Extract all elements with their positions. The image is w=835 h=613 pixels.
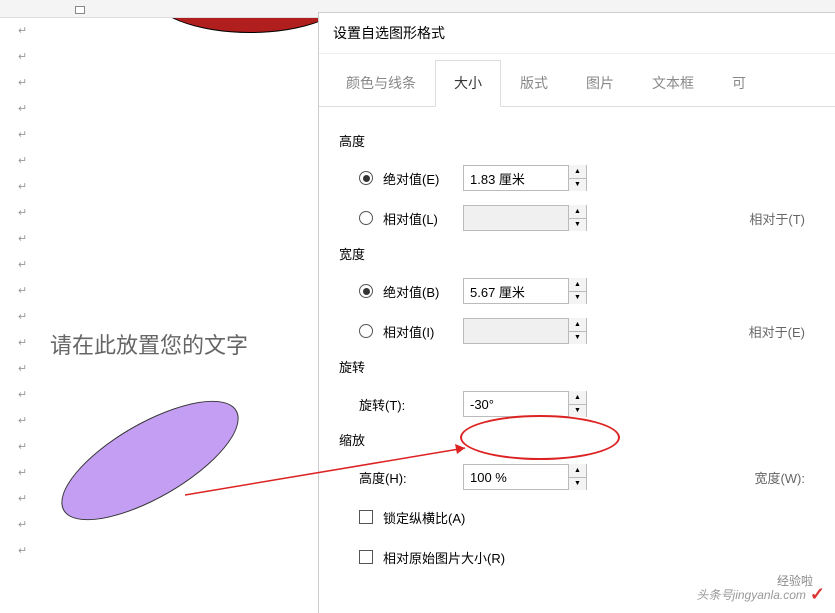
- tab-alt[interactable]: 可: [713, 60, 765, 106]
- radio-width-relative[interactable]: [359, 324, 373, 338]
- check-icon: ✓: [810, 584, 825, 605]
- section-height: 高度: [339, 131, 815, 150]
- tab-layout[interactable]: 版式: [501, 60, 567, 106]
- spinner: ▲ ▼: [568, 278, 586, 304]
- spinner: ▲ ▼: [568, 205, 586, 231]
- paragraph-mark: ↵: [18, 382, 318, 408]
- input-rotate[interactable]: -30° ▲ ▼: [463, 391, 587, 417]
- paragraph-mark: ↵: [18, 226, 318, 252]
- label-width-absolute: 绝对值(B): [383, 282, 463, 301]
- checkbox-lock-aspect[interactable]: [359, 510, 373, 524]
- spinner-up-icon[interactable]: ▲: [569, 165, 586, 179]
- watermark: 头条号jingyanla.com ✓: [697, 584, 825, 605]
- paragraph-mark: ↵: [18, 538, 318, 564]
- spinner-up-icon: ▲: [569, 318, 586, 332]
- dialog-title: 设置自选图形格式: [319, 13, 835, 54]
- radio-height-relative[interactable]: [359, 211, 373, 225]
- label-lock-aspect: 锁定纵横比(A): [383, 508, 465, 527]
- spinner-down-icon[interactable]: ▼: [569, 179, 586, 192]
- paragraph-mark: ↵: [18, 148, 318, 174]
- paragraph-mark: ↵: [18, 70, 318, 96]
- input-height-absolute[interactable]: 1.83 厘米 ▲ ▼: [463, 165, 587, 191]
- spinner-up-icon[interactable]: ▲: [569, 464, 586, 478]
- spinner-down-icon[interactable]: ▼: [569, 478, 586, 491]
- paragraph-mark: ↵: [18, 252, 318, 278]
- label-rotate: 旋转(T):: [359, 395, 463, 414]
- spinner-down-icon: ▼: [569, 219, 586, 232]
- label-scale-width: 宽度(W):: [754, 468, 805, 487]
- paragraph-mark: ↵: [18, 96, 318, 122]
- indent-marker-icon[interactable]: [75, 6, 85, 14]
- paragraph-mark: ↵: [18, 200, 318, 226]
- format-shape-dialog: 设置自选图形格式 颜色与线条 大小 版式 图片 文本框 可 高度 绝对值(E) …: [318, 12, 835, 613]
- value-width-absolute: 5.67 厘米: [470, 282, 525, 301]
- input-width-relative: ▲ ▼: [463, 318, 587, 344]
- label-relative-original: 相对原始图片大小(R): [383, 548, 505, 567]
- document-canvas[interactable]: ↵ ↵ ↵ ↵ ↵ ↵ ↵ ↵ ↵ ↵ ↵ ↵ ↵ ↵ ↵ ↵ ↵ ↵ ↵ ↵ …: [0, 18, 318, 613]
- watermark-text: 头条号jingyanla.com: [697, 586, 806, 603]
- spinner-down-icon[interactable]: ▼: [569, 292, 586, 305]
- label-width-relative: 相对值(I): [383, 322, 463, 341]
- placeholder-text[interactable]: 请在此放置您的文字: [50, 328, 248, 360]
- label-scale-height: 高度(H):: [359, 468, 463, 487]
- section-width: 宽度: [339, 244, 815, 263]
- value-scale-height: 100 %: [470, 470, 507, 485]
- label-height-absolute: 绝对值(E): [383, 169, 463, 188]
- input-width-absolute[interactable]: 5.67 厘米 ▲ ▼: [463, 278, 587, 304]
- spinner-up-icon[interactable]: ▲: [569, 391, 586, 405]
- paragraph-mark: ↵: [18, 278, 318, 304]
- spinner: ▲ ▼: [568, 165, 586, 191]
- spinner-down-icon: ▼: [569, 332, 586, 345]
- tab-color-line[interactable]: 颜色与线条: [327, 60, 435, 106]
- paragraph-mark: ↵: [18, 174, 318, 200]
- input-height-relative: ▲ ▼: [463, 205, 587, 231]
- section-scale: 缩放: [339, 430, 815, 449]
- tab-size[interactable]: 大小: [435, 60, 501, 107]
- spinner: ▲ ▼: [568, 318, 586, 344]
- paragraph-mark: ↵: [18, 122, 318, 148]
- spinner-down-icon[interactable]: ▼: [569, 405, 586, 418]
- label-relative-to: 相对于(E): [749, 322, 805, 341]
- spinner: ▲ ▼: [568, 464, 586, 490]
- paragraph-mark: ↵: [18, 304, 318, 330]
- tab-textbox[interactable]: 文本框: [633, 60, 713, 106]
- label-height-relative: 相对值(L): [383, 209, 463, 228]
- spinner-up-icon[interactable]: ▲: [569, 278, 586, 292]
- input-scale-height[interactable]: 100 % ▲ ▼: [463, 464, 587, 490]
- tab-picture[interactable]: 图片: [567, 60, 633, 106]
- dialog-tabs: 颜色与线条 大小 版式 图片 文本框 可: [319, 60, 835, 107]
- radio-height-absolute[interactable]: [359, 171, 373, 185]
- label-relative-to: 相对于(T): [749, 209, 805, 228]
- paragraph-mark: ↵: [18, 512, 318, 538]
- spinner: ▲ ▼: [568, 391, 586, 417]
- checkbox-relative-original[interactable]: [359, 550, 373, 564]
- dialog-body: 高度 绝对值(E) 1.83 厘米 ▲ ▼ 相对值(L) ▲ ▼ 相对于(T): [319, 107, 835, 595]
- value-height-absolute: 1.83 厘米: [470, 169, 525, 188]
- value-rotate: -30°: [470, 397, 494, 412]
- section-rotate: 旋转: [339, 357, 815, 376]
- spinner-up-icon: ▲: [569, 205, 586, 219]
- radio-width-absolute[interactable]: [359, 284, 373, 298]
